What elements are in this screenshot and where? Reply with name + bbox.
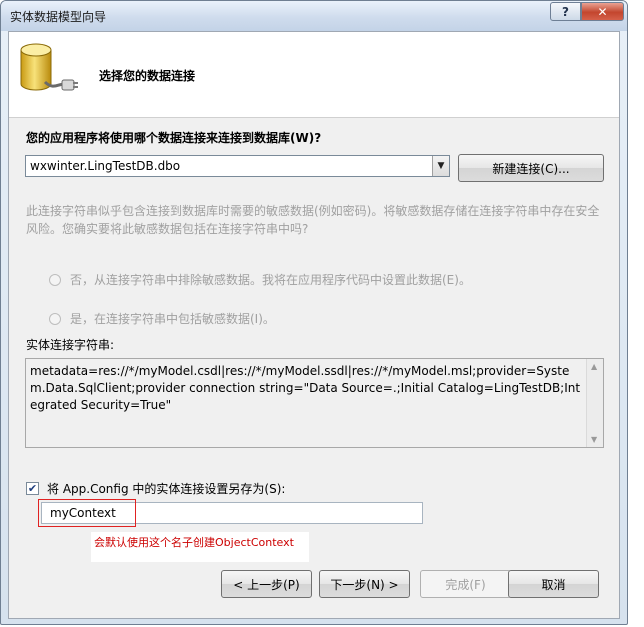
page-title: 选择您的数据连接 <box>99 69 196 83</box>
save-config-option[interactable]: ✔ 将 App.Config 中的实体连接设置另存为(S): <box>26 480 285 497</box>
annotation-note: 会默认使用这个名子创建ObjectContext <box>94 536 294 549</box>
cancel-button[interactable]: 取消 <box>508 570 599 598</box>
connection-selected-value: wxwinter.LingTestDB.dbo <box>30 159 181 173</box>
vertical-scrollbar[interactable]: ▲ ▼ <box>586 359 603 447</box>
radio-button-icon[interactable] <box>49 312 61 325</box>
entity-connection-string-box[interactable]: metadata=res://*/myModel.csdl|res://*/my… <box>25 358 604 448</box>
entity-connection-label: 实体连接字符串: <box>26 338 115 352</box>
sensitive-data-description: 此连接字符串似乎包含连接到数据库时需要的敏感数据(例如密码)。将敏感数据存储在连… <box>26 204 600 236</box>
wizard-window: 实体数据模型向导 ? ✕ 选择您的数据连接 您的应用程序将使用哪个数据连接来连接… <box>0 0 628 625</box>
database-connection-icon <box>20 43 78 91</box>
save-config-label: 将 App.Config 中的实体连接设置另存为(S): <box>47 482 286 496</box>
close-button[interactable]: ✕ <box>581 2 624 21</box>
new-connection-button[interactable]: 新建连接(C)... <box>458 154 604 182</box>
wizard-client-area: 选择您的数据连接 您的应用程序将使用哪个数据连接来连接到数据库(W)? wxwi… <box>8 31 620 619</box>
entity-connection-string-text: metadata=res://*/myModel.csdl|res://*/my… <box>30 364 581 412</box>
scroll-up-icon[interactable]: ▲ <box>591 362 597 371</box>
radio-exclude-sensitive[interactable]: 否，从连接字符串中排除敏感数据。我将在应用程序代码中设置此数据(E)。 <box>49 271 471 288</box>
help-button[interactable]: ? <box>550 2 581 21</box>
back-button[interactable]: < 上一步(P) <box>221 570 312 598</box>
connection-select[interactable]: wxwinter.LingTestDB.dbo ▼ <box>25 155 450 177</box>
save-config-checkbox[interactable]: ✔ <box>26 482 39 495</box>
title-bar[interactable]: 实体数据模型向导 ? ✕ <box>1 1 627 31</box>
scroll-down-icon[interactable]: ▼ <box>591 435 597 444</box>
radio-button-icon[interactable] <box>49 273 61 286</box>
finish-button[interactable]: 完成(F) <box>420 570 511 598</box>
chevron-down-icon[interactable]: ▼ <box>432 156 449 176</box>
next-button[interactable]: 下一步(N) > <box>319 570 410 598</box>
radio-include-label: 是，在连接字符串中包括敏感数据(I)。 <box>70 312 275 326</box>
radio-include-sensitive[interactable]: 是，在连接字符串中包括敏感数据(I)。 <box>49 310 275 327</box>
connection-question-label: 您的应用程序将使用哪个数据连接来连接到数据库(W)? <box>26 131 322 145</box>
radio-exclude-label: 否，从连接字符串中排除敏感数据。我将在应用程序代码中设置此数据(E)。 <box>70 273 471 287</box>
window-title: 实体数据模型向导 <box>10 10 107 24</box>
annotation-highlight-box <box>38 499 136 527</box>
wizard-header: 选择您的数据连接 <box>9 32 619 118</box>
